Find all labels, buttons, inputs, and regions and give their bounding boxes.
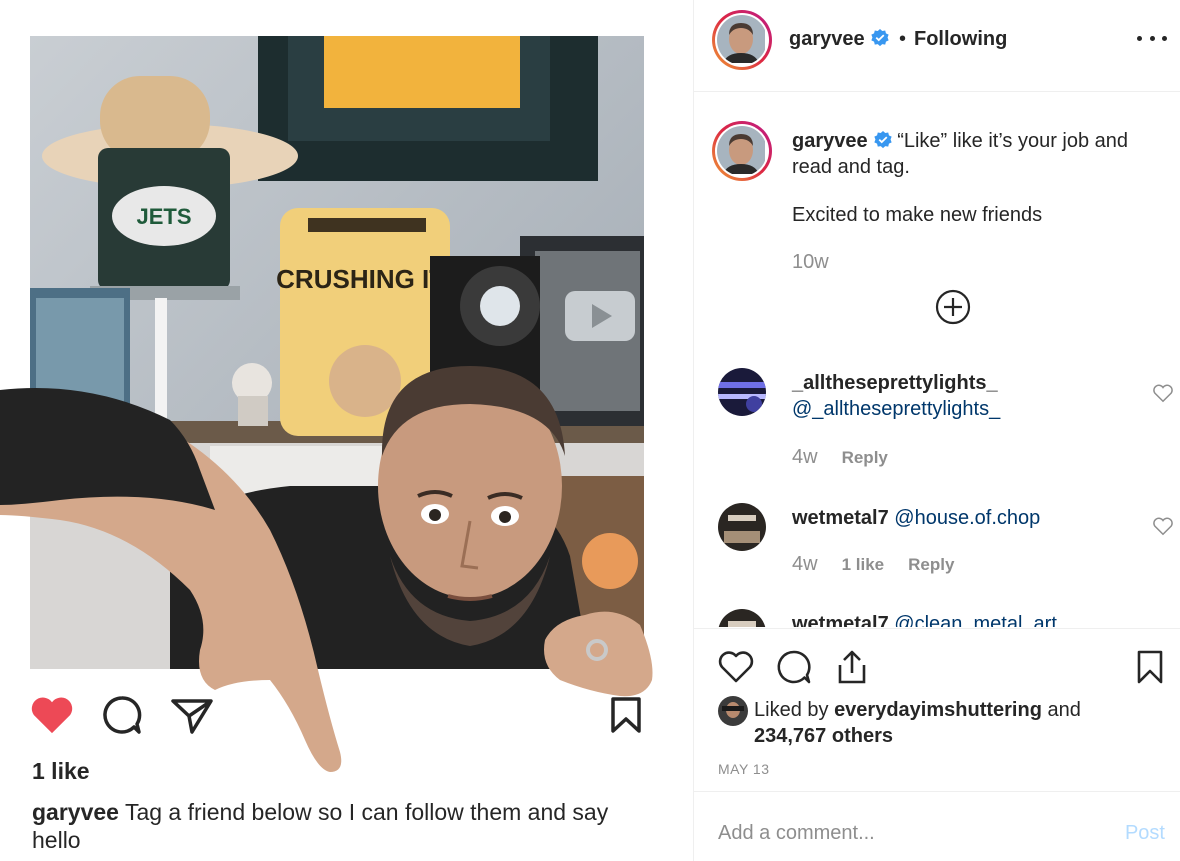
comment-time[interactable]: 4w <box>792 553 818 576</box>
add-comment-bar: Post <box>694 791 1180 861</box>
comment-bubble-icon[interactable] <box>100 694 144 736</box>
comment-item: _alltheseprettylights_ @_alltheseprettyl… <box>694 368 1180 478</box>
comment-username[interactable]: wetmetal7 <box>792 613 889 627</box>
add-comment-input[interactable] <box>718 818 1098 848</box>
comment-mention[interactable]: @_alltheseprettylights_ <box>792 398 1000 421</box>
more-options-icon[interactable] <box>1137 28 1167 48</box>
verified-badge-icon <box>873 131 892 149</box>
comment-meta: 4w Reply <box>792 446 912 469</box>
comment-text: wetmetal7 @clean_metal_art <box>792 613 1057 627</box>
post-action-section: Liked by everydayimshuttering and 234,767… <box>694 628 1180 790</box>
post-side-panel: garyvee • Following garyvee “Like” like … <box>693 0 1180 861</box>
comment-time[interactable]: 4w <box>792 446 818 469</box>
photo-illustration: JETS CRUSHING IT! <box>30 36 644 669</box>
post-image-panel: JETS CRUSHING IT! 1 like garyvee Tag a f… <box>0 0 693 861</box>
comment-meta: 4w 1 like Reply <box>792 553 978 576</box>
liked-by-avatar[interactable] <box>718 696 748 726</box>
comment-username[interactable]: wetmetal7 <box>792 507 889 529</box>
like-heart-icon[interactable] <box>716 647 756 687</box>
load-more-comments-icon[interactable] <box>935 289 971 325</box>
comment-like-heart-icon[interactable] <box>1152 382 1174 404</box>
commenter-photo-icon <box>718 503 766 551</box>
comment-item: wetmetal7 @house.of.chop 4w 1 like Reply <box>694 503 1180 593</box>
liked-by-user[interactable]: everydayimshuttering <box>834 699 1042 721</box>
left-action-bar <box>30 694 644 736</box>
commenter-photo-icon <box>718 609 766 627</box>
following-button[interactable]: Following <box>914 28 1007 51</box>
caption-timestamp[interactable]: 10w <box>792 251 829 274</box>
pillow-text: CRUSHING IT! <box>276 264 454 294</box>
comment-username[interactable]: _alltheseprettylights_ <box>792 372 998 395</box>
profile-photo-icon <box>717 15 765 63</box>
post-photo: JETS CRUSHING IT! <box>30 36 644 669</box>
liked-by-text: Liked by everydayimshuttering and 234,767… <box>754 699 1081 747</box>
left-caption-username[interactable]: garyvee <box>32 799 119 825</box>
left-caption: garyvee Tag a friend below so I can foll… <box>32 798 652 854</box>
comment-item: wetmetal7 @clean_metal_art <box>694 609 1180 627</box>
caption-avatar[interactable] <box>712 121 772 181</box>
caption-text: garyvee “Like” like it’s your job and re… <box>792 128 1162 180</box>
like-heart-icon[interactable] <box>30 694 74 736</box>
liked-by-others[interactable]: 234,767 others <box>754 725 893 747</box>
left-like-count: 1 like <box>32 758 90 784</box>
post-comment-button[interactable]: Post <box>1125 822 1165 845</box>
reply-button[interactable]: Reply <box>908 555 954 575</box>
comment-avatar[interactable] <box>718 368 766 416</box>
share-upload-icon[interactable] <box>832 647 872 687</box>
jets-logo-text: JETS <box>136 204 191 229</box>
comment-text: wetmetal7 @house.of.chop <box>792 507 1040 530</box>
header-username[interactable]: garyvee <box>789 28 889 51</box>
comment-like-heart-icon[interactable] <box>1152 515 1174 537</box>
comment-like-count[interactable]: 1 like <box>842 555 885 575</box>
share-send-icon[interactable] <box>170 694 214 736</box>
header-avatar[interactable] <box>712 10 772 70</box>
comment-avatar[interactable] <box>718 609 766 627</box>
comments-list[interactable]: garyvee “Like” like it’s your job and re… <box>694 93 1180 627</box>
reply-button[interactable]: Reply <box>842 448 888 468</box>
verified-badge-icon <box>870 29 889 47</box>
comment-mention[interactable]: @clean_metal_art <box>894 613 1057 627</box>
post-header: garyvee • Following <box>694 0 1180 92</box>
left-caption-text: Tag a friend below so I can follow them … <box>32 799 609 853</box>
profile-photo-icon <box>717 126 765 174</box>
comment-mention[interactable]: @house.of.chop <box>894 507 1040 529</box>
commenter-photo-icon <box>718 368 766 416</box>
save-bookmark-icon[interactable] <box>604 694 648 736</box>
caption-username[interactable]: garyvee <box>792 130 868 152</box>
header-separator: • <box>899 28 907 50</box>
post-date[interactable]: MAY 13 <box>718 761 770 777</box>
comment-avatar[interactable] <box>718 503 766 551</box>
save-bookmark-icon[interactable] <box>1130 647 1170 687</box>
liker-photo-icon <box>718 696 748 726</box>
caption-line-2: Excited to make new friends <box>792 204 1043 226</box>
comment-bubble-icon[interactable] <box>774 647 814 687</box>
